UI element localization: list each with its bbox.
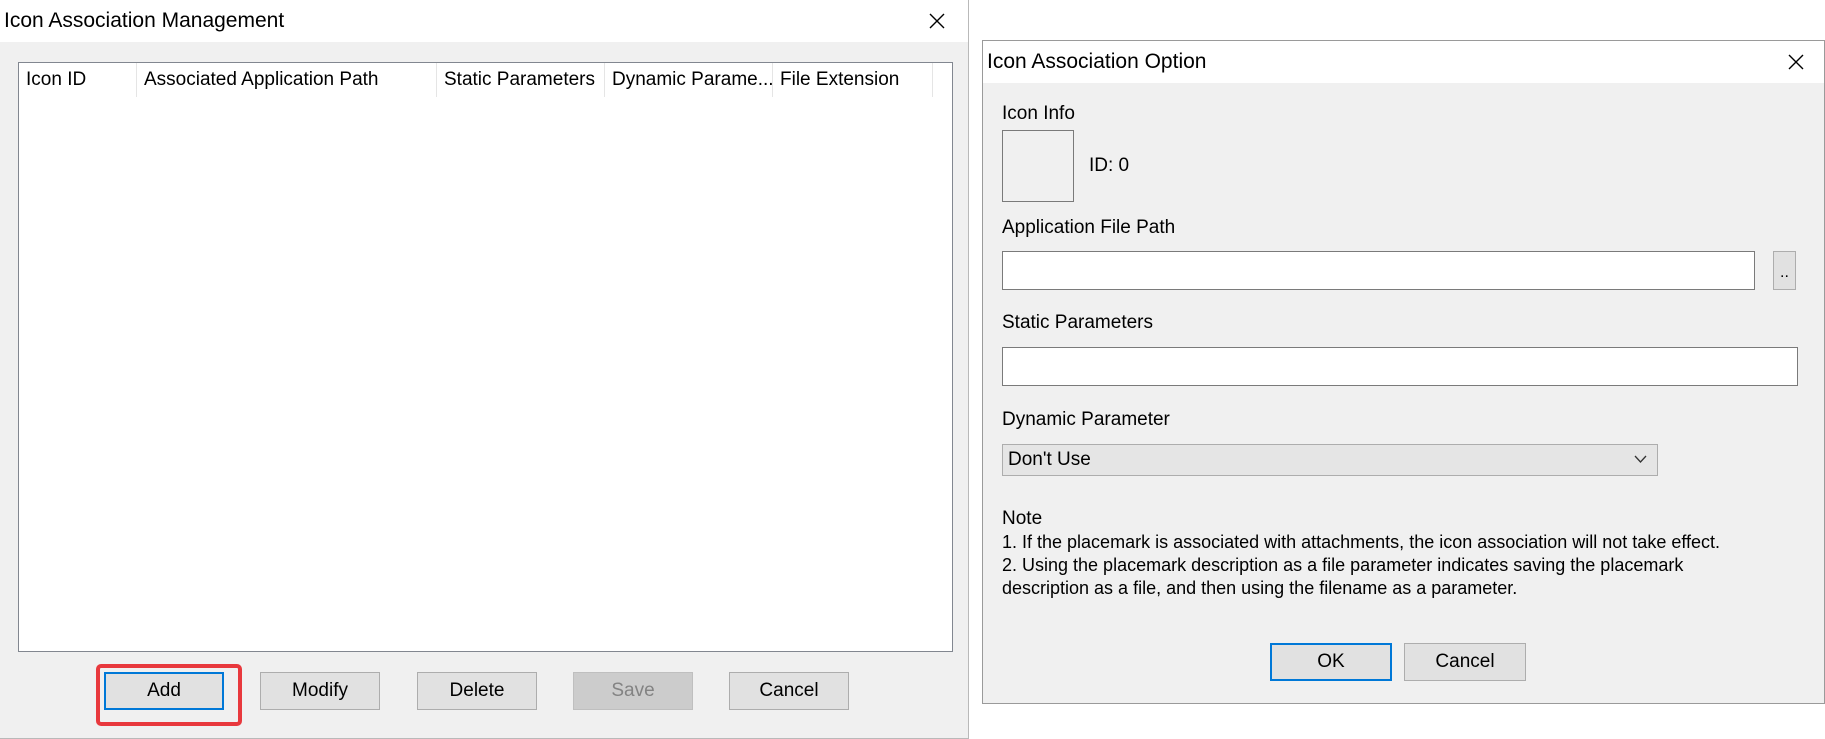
application-file-path-label: Application File Path bbox=[1002, 217, 1176, 238]
note-line-1: 1. If the placemark is associated with a… bbox=[1002, 532, 1721, 552]
note-title: Note bbox=[1002, 508, 1043, 529]
title-bar: Icon Association Option bbox=[983, 41, 1824, 83]
delete-button[interactable]: Delete bbox=[417, 672, 537, 710]
dynamic-parameter-select[interactable]: Don't Use bbox=[1002, 444, 1658, 476]
dialog-title: Icon Association Option bbox=[987, 50, 1207, 73]
window-title: Icon Association Management bbox=[4, 9, 285, 32]
static-parameters-label: Static Parameters bbox=[1002, 312, 1153, 333]
note-line-2: 2. Using the placemark description as a … bbox=[1002, 555, 1684, 575]
cancel-button[interactable]: Cancel bbox=[729, 672, 849, 710]
list-header: Icon ID Associated Application Path Stat… bbox=[19, 63, 952, 97]
close-button[interactable] bbox=[914, 0, 960, 42]
icon-id-text: ID: 0 bbox=[1089, 155, 1130, 176]
dynamic-parameter-label: Dynamic Parameter bbox=[1002, 409, 1170, 430]
save-button: Save bbox=[573, 672, 693, 710]
column-header-application-path[interactable]: Associated Application Path bbox=[137, 63, 437, 97]
cancel-button[interactable]: Cancel bbox=[1404, 643, 1526, 681]
add-button[interactable]: Add bbox=[104, 672, 224, 710]
icon-association-option-dialog: Icon Association Option Icon Info ID: 0 … bbox=[982, 40, 1825, 704]
application-file-path-input[interactable] bbox=[1002, 251, 1755, 290]
close-icon bbox=[929, 13, 945, 29]
modify-button[interactable]: Modify bbox=[260, 672, 380, 710]
ok-button[interactable]: OK bbox=[1270, 643, 1392, 681]
icon-preview[interactable] bbox=[1002, 130, 1074, 202]
icon-info-label: Icon Info bbox=[1002, 103, 1075, 124]
column-header-icon-id[interactable]: Icon ID bbox=[19, 63, 137, 97]
icon-association-list[interactable]: Icon ID Associated Application Path Stat… bbox=[18, 62, 953, 652]
column-header-static-parameters[interactable]: Static Parameters bbox=[437, 63, 605, 97]
note-text: 1. If the placemark is associated with a… bbox=[1002, 531, 1812, 600]
dynamic-parameter-selected-value: Don't Use bbox=[1008, 449, 1091, 470]
title-bar: Icon Association Management bbox=[0, 0, 968, 42]
browse-button[interactable]: .. bbox=[1773, 251, 1796, 290]
close-button[interactable] bbox=[1773, 41, 1819, 83]
static-parameters-input[interactable] bbox=[1002, 347, 1798, 386]
column-header-dynamic-parameter[interactable]: Dynamic Parame... bbox=[605, 63, 773, 97]
chevron-down-icon bbox=[1634, 455, 1647, 463]
note-line-3: description as a file, and then using th… bbox=[1002, 578, 1518, 598]
close-icon bbox=[1788, 54, 1804, 70]
column-header-file-extension[interactable]: File Extension bbox=[773, 63, 933, 97]
icon-association-management-window: Icon Association Management Icon ID Asso… bbox=[0, 0, 969, 739]
